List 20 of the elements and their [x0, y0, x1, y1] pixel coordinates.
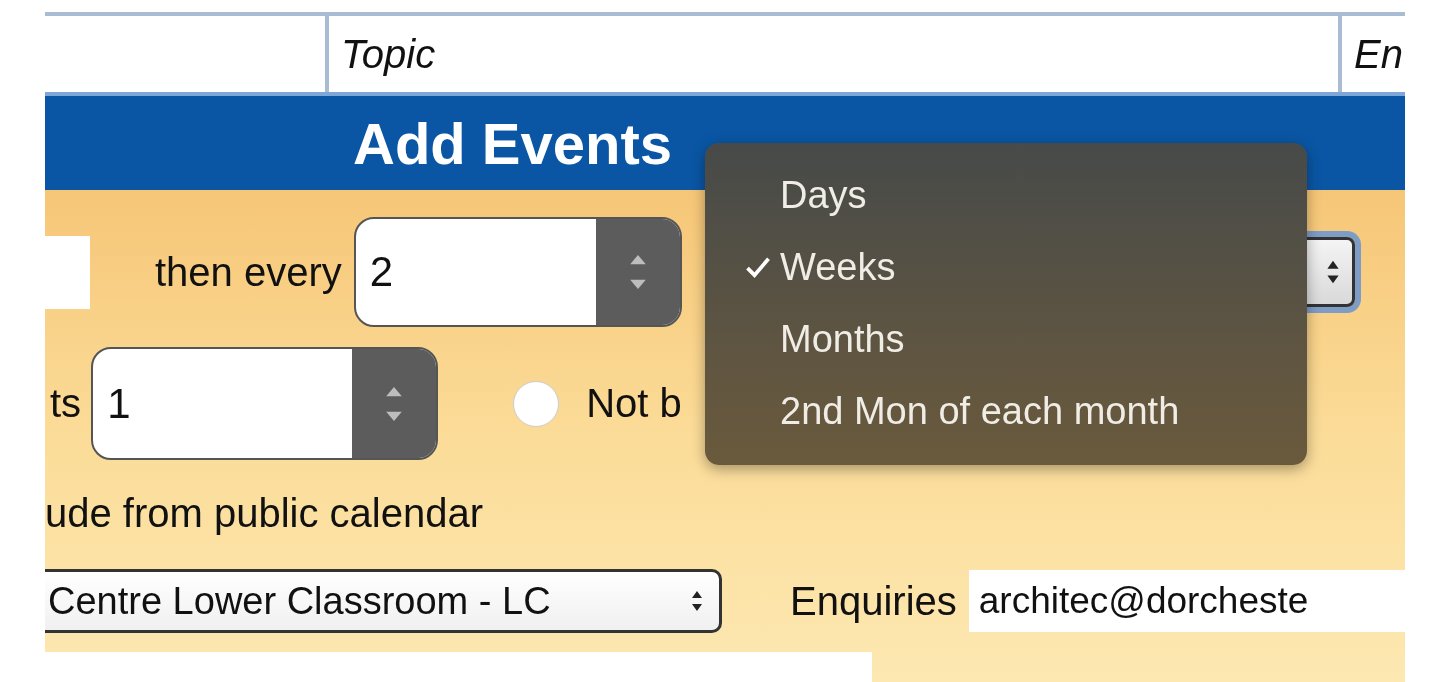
text-area[interactable]	[45, 652, 872, 682]
number-field[interactable]: 1	[91, 347, 439, 460]
menu-item[interactable]: Days	[705, 159, 1307, 231]
panel-title: Add Events	[353, 109, 673, 177]
field-label: Enquiries	[790, 578, 957, 624]
stepper-icon[interactable]	[352, 349, 437, 458]
email-field[interactable]: architec@dorcheste	[968, 570, 1405, 632]
checkbox-label: ude from public calendar	[45, 490, 484, 536]
field-label: then every	[155, 249, 342, 295]
stepper-icon[interactable]	[595, 219, 680, 325]
input-field[interactable]	[45, 235, 90, 309]
column-header: Topic	[341, 31, 436, 77]
location-select[interactable]: Centre Lower Classroom - LC	[45, 569, 722, 633]
column-header: En	[1354, 31, 1403, 77]
field-label: ts	[50, 381, 82, 426]
menu-item[interactable]: Weeks	[705, 231, 1307, 303]
number-field[interactable]: 2	[353, 217, 682, 327]
menu-item[interactable]: Months	[705, 303, 1307, 375]
radio-label: Not b	[586, 381, 682, 426]
menu-item[interactable]: 2nd Mon of each month	[705, 375, 1307, 447]
